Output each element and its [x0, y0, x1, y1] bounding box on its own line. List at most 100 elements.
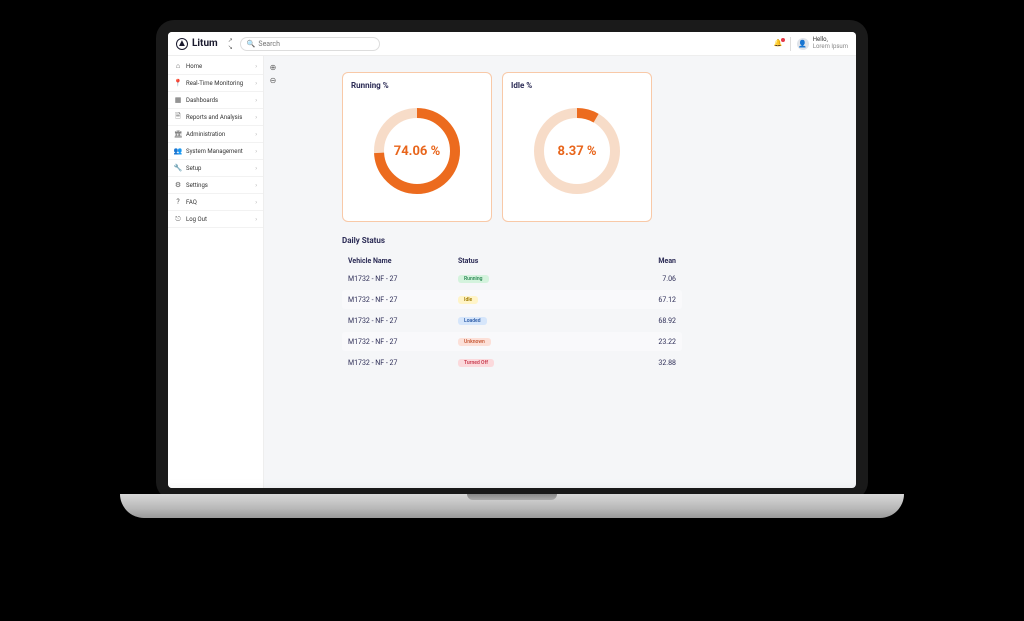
donut-chart: 8.37 % [532, 106, 622, 196]
sidebar-item-settings[interactable]: ⚙ Settings › [168, 177, 263, 194]
card-title: Idle % [511, 81, 643, 90]
cell-vehicle-name: M1732 - NF - 27 [348, 296, 458, 304]
sidebar-item-label: System Management [186, 148, 251, 155]
status-badge: Loaded [458, 317, 487, 325]
sidebar-item-label: Home [186, 63, 251, 70]
cell-mean: 68.92 [568, 317, 676, 325]
toggle-arrow-icon: ↗ [228, 37, 234, 43]
sidebar-item-setup[interactable]: 🔧 Setup › [168, 160, 263, 177]
col-header-name: Vehicle Name [348, 257, 458, 265]
sidebar-item-label: Setup [186, 165, 251, 172]
chevron-right-icon: › [255, 63, 257, 70]
table-row[interactable]: M1732 - NF - 27 Idle 67.12 [342, 290, 682, 309]
top-bar: ▲ Litum ↗ ↘ 🔍 🔔 👤 Hello, Lorem Ipsum [168, 32, 856, 56]
cell-vehicle-name: M1732 - NF - 27 [348, 359, 458, 367]
sidebar-item-label: Dashboards [186, 97, 251, 104]
sidebar-toggle[interactable]: ↗ ↘ [228, 37, 234, 50]
kpi-card: Idle % 8.37 % [502, 72, 652, 222]
chevron-right-icon: › [255, 182, 257, 189]
admin-icon: 🏛 [174, 130, 182, 138]
brand-logo: ▲ Litum [176, 38, 218, 50]
notifications-button[interactable]: 🔔 [774, 39, 784, 49]
sidebar: ⌂Home›📍Real-Time Monitoring›▦Dashboards›… [168, 56, 264, 488]
sidebar-item-log-out[interactable]: ⎋ Log Out › [168, 211, 263, 228]
cell-vehicle-name: M1732 - NF - 27 [348, 317, 458, 325]
chevron-right-icon: › [255, 114, 257, 121]
chevron-right-icon: › [255, 148, 257, 155]
sidebar-item-label: Reports and Analysis [186, 114, 251, 121]
cell-status: Loaded [458, 316, 568, 325]
sidebar-item-label: Settings [186, 182, 251, 189]
status-badge: Idle [458, 296, 478, 304]
sidebar-item-home[interactable]: ⌂ Home › [168, 58, 263, 75]
sidebar-item-real-time-monitoring[interactable]: 📍Real-Time Monitoring› [168, 75, 263, 92]
gear-icon: ⚙ [174, 181, 182, 189]
faq-icon: ? [174, 198, 182, 206]
cell-status: Unknown [458, 337, 568, 346]
donut-value: 74.06 % [372, 106, 462, 196]
sidebar-item-administration[interactable]: 🏛 Administration › [168, 126, 263, 143]
card-title: Running % [351, 81, 483, 90]
sidebar-item-dashboards[interactable]: ▦ Dashboards › [168, 92, 263, 109]
table-row[interactable]: M1732 - NF - 27 Loaded 68.92 [342, 311, 682, 330]
donut-chart: 74.06 % [372, 106, 462, 196]
sidebar-item-faq[interactable]: ? FAQ › [168, 194, 263, 211]
system-icon: 👥 [174, 147, 182, 155]
status-badge: Unknown [458, 338, 491, 346]
sidebar-item-label: Administration [186, 131, 251, 138]
search-icon: 🔍 [247, 40, 256, 48]
cell-mean: 32.88 [568, 359, 676, 367]
zoom-controls: ⊕ ⊖ [268, 62, 278, 85]
cell-mean: 23.22 [568, 338, 676, 346]
chevron-right-icon: › [255, 80, 257, 87]
table-title: Daily Status [342, 236, 682, 245]
table-header: Vehicle Name Status Mean [342, 253, 682, 269]
chevron-right-icon: › [255, 165, 257, 172]
daily-status-section: Daily Status Vehicle Name Status Mean M1… [342, 236, 682, 372]
table-row[interactable]: M1732 - NF - 27 Running 7.06 [342, 269, 682, 288]
wrench-icon: 🔧 [174, 164, 182, 172]
sidebar-item-label: Real-Time Monitoring [186, 80, 251, 87]
user-menu[interactable]: 👤 Hello, Lorem Ipsum [797, 37, 848, 50]
donut-value: 8.37 % [532, 106, 622, 196]
col-header-mean: Mean [568, 257, 676, 265]
col-header-status: Status [458, 257, 568, 265]
grid-icon: ▦ [174, 96, 182, 104]
home-icon: ⌂ [174, 62, 182, 70]
user-name: Lorem Ipsum [813, 44, 848, 51]
avatar-icon: 👤 [797, 38, 809, 50]
table-row[interactable]: M1732 - NF - 27 Turned Off 32.88 [342, 353, 682, 372]
cell-status: Idle [458, 295, 568, 304]
zoom-in-button[interactable]: ⊕ [268, 62, 278, 72]
cell-mean: 67.12 [568, 296, 676, 304]
cell-vehicle-name: M1732 - NF - 27 [348, 275, 458, 283]
chevron-right-icon: › [255, 97, 257, 104]
chevron-right-icon: › [255, 131, 257, 138]
cell-status: Running [458, 274, 568, 283]
kpi-card: Running % 74.06 % [342, 72, 492, 222]
chevron-right-icon: › [255, 216, 257, 223]
search-input[interactable] [258, 40, 372, 48]
report-icon: 🗎 [174, 113, 182, 121]
table-row[interactable]: M1732 - NF - 27 Unknown 23.22 [342, 332, 682, 351]
search-box[interactable]: 🔍 [240, 37, 380, 51]
status-badge: Turned Off [458, 359, 494, 367]
sidebar-item-label: Log Out [186, 216, 251, 223]
status-badge: Running [458, 275, 489, 283]
chevron-right-icon: › [255, 199, 257, 206]
divider [790, 37, 791, 51]
brand-name: Litum [192, 38, 218, 49]
sidebar-item-reports-and-analysis[interactable]: 🗎 Reports and Analysis › [168, 109, 263, 126]
sidebar-item-system-management[interactable]: 👥 System Management › [168, 143, 263, 160]
cell-status: Turned Off [458, 358, 568, 367]
logo-mark-icon: ▲ [176, 38, 188, 50]
bell-icon: 🔔 [774, 39, 783, 47]
zoom-out-button[interactable]: ⊖ [268, 75, 278, 85]
main-canvas: ⊕ ⊖ Running % 74.06 % Idle % 8.37 % Dail… [264, 56, 856, 488]
toggle-arrow-icon: ↘ [228, 44, 234, 50]
cell-mean: 7.06 [568, 275, 676, 283]
sidebar-item-label: FAQ [186, 199, 251, 206]
cell-vehicle-name: M1732 - NF - 27 [348, 338, 458, 346]
laptop-base [120, 494, 904, 518]
logout-icon: ⎋ [174, 215, 182, 223]
